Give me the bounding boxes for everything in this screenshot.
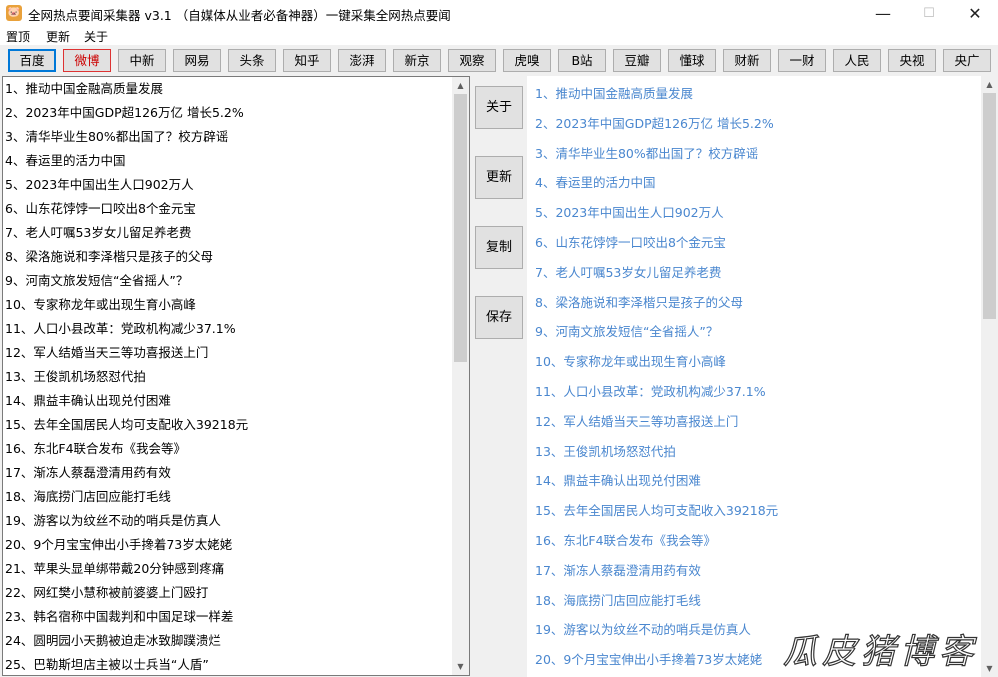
news-list-right[interactable]: 1、推动中国金融高质量发展 2、2023年中国GDP超126万亿 增长5.2% 3、… (527, 76, 998, 677)
source-button[interactable]: 头条 (228, 49, 276, 72)
menu-pin[interactable]: 置顶 (6, 28, 30, 45)
news-link[interactable]: 1、推动中国金融高质量发展 (535, 83, 693, 102)
list-item[interactable]: 13、王俊凯机场怒怼代拍 (3, 365, 453, 389)
left-scrollbar[interactable]: ▲ ▼ (452, 77, 469, 675)
app-window: 🐷 全网热点要闻采集器 v3.1 （自媒体从业者必备神器）一键采集全网热点要闻 … (0, 0, 998, 677)
news-link[interactable]: 4、春运里的活力中国 (535, 172, 655, 191)
title-bar: 🐷 全网热点要闻采集器 v3.1 （自媒体从业者必备神器）一键采集全网热点要闻 … (0, 0, 998, 27)
window-title: 全网热点要闻采集器 v3.1 （自媒体从业者必备神器）一键采集全网热点要闻 (28, 8, 451, 23)
list-item[interactable]: 11、人口小县改革：党政机构减少37.1% (3, 317, 453, 341)
source-button[interactable]: 懂球 (668, 49, 716, 72)
close-button[interactable]: ✕ (952, 0, 998, 27)
source-button[interactable]: 微博 (63, 49, 111, 72)
source-button[interactable]: 财新 (723, 49, 771, 72)
source-button[interactable]: B站 (558, 49, 606, 72)
news-list-left[interactable]: 1、推动中国金融高质量发展 2、2023年中国GDP超126万亿 增长5.2% 3、… (2, 76, 470, 676)
list-item[interactable]: 21、苹果头显单绑带戴20分钟感到疼痛 (3, 557, 453, 581)
list-item[interactable]: 5、2023年中国出生人口902万人 (3, 173, 453, 197)
source-button[interactable]: 豆瓣 (613, 49, 661, 72)
list-item[interactable]: 16、东北F4联合发布《我会等》 (3, 437, 453, 461)
news-link[interactable]: 8、梁洛施说和李泽楷只是孩子的父母 (535, 292, 743, 311)
list-item[interactable]: 1、推动中国金融高质量发展 (3, 77, 453, 101)
watermark: 瓜皮猪博客 (782, 631, 978, 672)
list-item[interactable]: 2、2023年中国GDP超126万亿 增长5.2% (3, 101, 453, 125)
list-item[interactable]: 8、梁洛施说和李泽楷只是孩子的父母 (3, 245, 453, 269)
source-button[interactable]: 网易 (173, 49, 221, 72)
scroll-thumb[interactable] (454, 94, 467, 362)
news-link[interactable]: 13、王俊凯机场怒怼代拍 (535, 441, 676, 460)
list-item[interactable]: 23、韩名宿称中国裁判和中国足球一样差 (3, 605, 453, 629)
source-button[interactable]: 央广 (943, 49, 991, 72)
news-link[interactable]: 11、人口小县改革：党政机构减少37.1% (535, 381, 766, 400)
scroll-down-icon[interactable]: ▼ (452, 658, 469, 675)
copy-button[interactable]: 复制 (475, 226, 523, 269)
update-button[interactable]: 更新 (475, 156, 523, 199)
news-link[interactable]: 20、9个月宝宝伸出小手搀着73岁太姥姥 (535, 649, 762, 668)
maximize-button[interactable]: ☐ (906, 0, 952, 27)
menu-bar: 置顶 更新 关于 (0, 27, 998, 45)
news-link[interactable]: 17、渐冻人蔡磊澄清用药有效 (535, 560, 701, 579)
list-item[interactable]: 12、军人结婚当天三等功喜报送上门 (3, 341, 453, 365)
list-item[interactable]: 6、山东花饽饽一口咬出8个金元宝 (3, 197, 453, 221)
source-button[interactable]: 百度 (8, 49, 56, 72)
list-item[interactable]: 22、网红樊小慧称被前婆婆上门殴打 (3, 581, 453, 605)
list-item[interactable]: 15、去年全国居民人均可支配收入39218元 (3, 413, 453, 437)
source-button[interactable]: 新京 (393, 49, 441, 72)
source-button[interactable]: 观察 (448, 49, 496, 72)
news-link[interactable]: 19、游客以为纹丝不动的哨兵是仿真人 (535, 619, 751, 638)
source-button[interactable]: 一财 (778, 49, 826, 72)
news-link[interactable]: 14、鼎益丰确认出现兑付困难 (535, 470, 701, 489)
list-item[interactable]: 18、海底捞门店回应能打毛线 (3, 485, 453, 509)
news-link[interactable]: 18、海底捞门店回应能打毛线 (535, 590, 701, 609)
source-toolbar: 百度 微博 中新 网易 头条 知乎 澎湃 新京 观察 虎嗅 B站 豆瓣 懂球 财新 一财 人民 央视 央广 (0, 46, 998, 74)
save-button[interactable]: 保存 (475, 296, 523, 339)
source-button[interactable]: 中新 (118, 49, 166, 72)
list-item[interactable]: 4、春运里的活力中国 (3, 149, 453, 173)
news-link[interactable]: 10、专家称龙年或出现生育小高峰 (535, 351, 726, 370)
list-item[interactable]: 25、巴勒斯坦店主被以士兵当“人盾” (3, 653, 453, 675)
list-item[interactable]: 9、河南文旅发短信“全省摇人”？ (3, 269, 453, 293)
menu-update[interactable]: 更新 (46, 28, 70, 45)
news-link[interactable]: 3、清华毕业生80%都出国了？校方辟谣 (535, 143, 758, 162)
scroll-thumb[interactable] (983, 93, 996, 319)
list-item[interactable]: 7、老人叮嘱53岁女儿留足养老费 (3, 221, 453, 245)
list-item[interactable]: 14、鼎益丰确认出现兑付困难 (3, 389, 453, 413)
left-list-content: 1、推动中国金融高质量发展 2、2023年中国GDP超126万亿 增长5.2% 3、… (3, 77, 453, 675)
about-button[interactable]: 关于 (475, 86, 523, 129)
list-item[interactable]: 24、圆明园小天鹅被迫走冰致脚蹼溃烂 (3, 629, 453, 653)
list-item[interactable]: 19、游客以为纹丝不动的哨兵是仿真人 (3, 509, 453, 533)
news-link[interactable]: 2、2023年中国GDP超126万亿 增长5.2% (535, 113, 774, 132)
list-item[interactable]: 17、渐冻人蔡磊澄清用药有效 (3, 461, 453, 485)
pig-icon: 🐷 (6, 5, 22, 21)
list-item[interactable]: 10、专家称龙年或出现生育小高峰 (3, 293, 453, 317)
news-link[interactable]: 7、老人叮嘱53岁女儿留足养老费 (535, 262, 721, 281)
scroll-up-icon[interactable]: ▲ (452, 77, 469, 94)
source-button[interactable]: 央视 (888, 49, 936, 72)
source-button[interactable]: 澎湃 (338, 49, 386, 72)
scroll-up-icon[interactable]: ▲ (981, 76, 998, 93)
scroll-down-icon[interactable]: ▼ (981, 660, 998, 677)
source-button[interactable]: 虎嗅 (503, 49, 551, 72)
news-link[interactable]: 9、河南文旅发短信“全省摇人”？ (535, 321, 718, 340)
menu-about[interactable]: 关于 (84, 28, 108, 45)
news-link[interactable]: 6、山东花饽饽一口咬出8个金元宝 (535, 232, 726, 251)
source-button[interactable]: 知乎 (283, 49, 331, 72)
news-link[interactable]: 15、去年全国居民人均可支配收入39218元 (535, 500, 778, 519)
list-item[interactable]: 20、9个月宝宝伸出小手搀着73岁太姥姥 (3, 533, 453, 557)
news-link[interactable]: 16、东北F4联合发布《我会等》 (535, 530, 716, 549)
list-item[interactable]: 3、清华毕业生80%都出国了？校方辟谣 (3, 125, 453, 149)
right-scrollbar[interactable]: ▲ ▼ (981, 76, 998, 677)
news-link[interactable]: 5、2023年中国出生人口902万人 (535, 202, 724, 221)
news-link[interactable]: 12、军人结婚当天三等功喜报送上门 (535, 411, 738, 430)
minimize-button[interactable]: — (860, 0, 906, 27)
source-button[interactable]: 人民 (833, 49, 881, 72)
